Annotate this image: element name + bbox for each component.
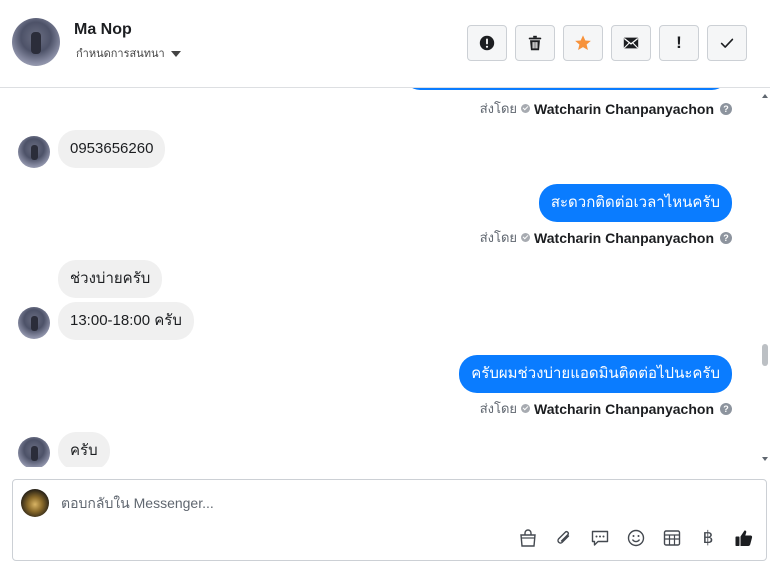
mark-spam-button[interactable] [467,25,507,61]
star-icon [575,35,591,51]
help-icon[interactable]: ? [720,402,732,415]
caret-down-icon [170,50,181,57]
incoming-message[interactable]: 13:00-18:00 ครับ [58,302,194,340]
scrollbar[interactable] [758,88,770,467]
sent-by-agent[interactable]: Watcharin Chanpanyachon [534,401,714,417]
contact-avatar-small[interactable] [18,136,50,168]
contact-avatar[interactable] [12,18,60,66]
contact-avatar-small[interactable] [18,307,50,339]
star-button[interactable] [563,25,603,61]
assign-conversation-label: กำหนดการสนทนา [76,48,165,60]
help-icon[interactable]: ? [720,102,732,115]
attach-button[interactable] [552,526,576,550]
composer-tools: ฿ [516,526,756,550]
message-thread[interactable]: ส่งโดย Watcharin Chanpanyachon ? 0953656… [0,88,770,467]
check-icon [521,404,531,413]
appointment-button[interactable] [660,526,684,550]
sent-by-line: ส่งโดย Watcharin Chanpanyachon ? [480,398,732,419]
follow-up-button[interactable]: ! [659,25,699,61]
conversation-actions: ! [467,25,747,61]
payment-button[interactable]: ฿ [696,526,720,550]
shop-button[interactable] [516,526,540,550]
contact-avatar-small[interactable] [18,437,50,467]
sent-by-prefix: ส่งโดย [479,401,518,416]
shopping-bag-icon [520,529,536,547]
delete-button[interactable] [515,25,555,61]
baht-icon: ฿ [702,528,714,548]
check-icon [521,233,531,242]
paperclip-icon [557,531,570,544]
mark-done-button[interactable] [707,25,747,61]
check-icon [521,104,531,113]
sent-by-agent[interactable]: Watcharin Chanpanyachon [534,230,714,246]
mark-unread-button[interactable] [611,25,651,61]
outgoing-bubble-partial [404,88,728,90]
contact-name[interactable]: Ma Nop [74,21,132,39]
emoji-button[interactable] [624,526,648,550]
sent-by-agent[interactable]: Watcharin Chanpanyachon [534,101,714,117]
sent-by-line: ส่งโดย Watcharin Chanpanyachon ? [480,98,732,119]
assign-conversation-dropdown[interactable]: กำหนดการสนทนา [76,44,181,62]
incoming-message[interactable]: ครับ [58,432,110,467]
reply-composer: ฿ [12,479,767,561]
incoming-message[interactable]: 0953656260 [58,130,166,168]
envelope-icon [623,37,639,49]
conversation-header: Ma Nop กำหนดการสนทนา ! [0,0,770,88]
checkmark-icon [720,38,734,48]
saved-replies-button[interactable] [588,526,612,550]
trash-icon [528,35,542,51]
sent-by-line: ส่งโดย Watcharin Chanpanyachon ? [480,227,732,248]
sent-by-prefix: ส่งโดย [479,230,518,245]
sent-by-prefix: ส่งโดย [479,101,518,116]
help-icon[interactable]: ? [720,231,732,244]
saved-reply-icon [591,530,609,546]
scroll-thumb[interactable] [762,344,768,366]
thumbs-up-icon [735,530,753,546]
like-button[interactable] [732,526,756,550]
scroll-down-arrow[interactable] [762,457,768,461]
scroll-up-arrow[interactable] [762,94,768,98]
outgoing-message[interactable]: ครับผมช่วงบ่ายแอดมินติดต่อไปนะครับ [459,355,732,393]
alert-circle-icon [479,35,495,51]
table-icon [663,530,681,546]
page-avatar [21,489,49,517]
reply-input[interactable] [61,493,741,513]
exclamation-icon: ! [676,33,682,52]
incoming-message[interactable]: ช่วงบ่ายครับ [58,260,163,298]
emoji-icon [627,529,645,547]
outgoing-message[interactable]: สะดวกติดต่อเวลาไหนครับ [538,184,732,222]
